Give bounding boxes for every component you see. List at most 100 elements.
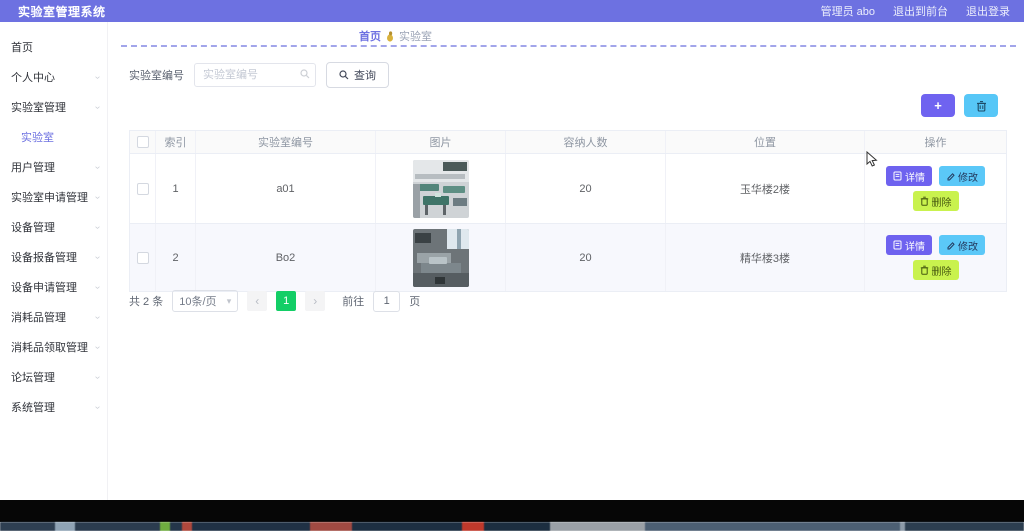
header-user-area: 管理员 abo 退出到前台 退出登录 xyxy=(821,3,1010,19)
sidebar-item-label: 消耗品领取管理 xyxy=(11,342,88,354)
chevron-icon: › xyxy=(91,285,103,289)
top-header: 实验室管理系统 管理员 abo 退出到前台 退出登录 xyxy=(0,0,1024,22)
table-row: 2 Bo2 20 精华楼3楼 详情 修改 删除 xyxy=(130,224,1006,292)
cell-location: 玉华楼2楼 xyxy=(666,154,865,223)
sidebar-item-lab[interactable]: 实验室 xyxy=(0,122,107,152)
lab-photo[interactable] xyxy=(412,228,469,287)
detail-button[interactable]: 详情 xyxy=(886,166,932,186)
edit-icon xyxy=(947,173,955,181)
user-label[interactable]: 管理员 abo xyxy=(821,3,875,19)
sidebar-item-label: 消耗品管理 xyxy=(11,312,66,324)
breadcrumb-separator-icon xyxy=(387,30,393,42)
chevron-icon: › xyxy=(91,405,103,409)
goto-page-input[interactable] xyxy=(373,290,401,312)
breadcrumb-current: 实验室 xyxy=(399,31,432,43)
bottom-black-bar xyxy=(0,500,1024,522)
plus-icon: + xyxy=(934,98,942,113)
logout-link[interactable]: 退出登录 xyxy=(966,3,1010,19)
edit-button[interactable]: 修改 xyxy=(939,235,985,255)
sidebar-item-device-report-management[interactable]: 设备报备管理 › xyxy=(0,242,107,272)
sidebar-item-label: 首页 xyxy=(11,42,33,54)
taskbar-segment xyxy=(55,522,75,531)
divider-dashed xyxy=(121,45,1016,47)
column-header-location: 位置 xyxy=(666,131,865,153)
detail-button[interactable]: 详情 xyxy=(886,235,932,255)
search-icon xyxy=(339,70,349,80)
edit-button-label: 修改 xyxy=(958,172,978,184)
trash-icon xyxy=(976,100,986,112)
sidebar-item-lab-apply-management[interactable]: 实验室申请管理 › xyxy=(0,182,107,212)
taskbar-segment xyxy=(192,522,310,531)
taskbar-segment xyxy=(462,522,484,531)
chevron-icon: › xyxy=(91,105,103,109)
add-button[interactable]: + xyxy=(921,94,955,117)
chevron-icon: › xyxy=(91,255,103,259)
sidebar-item-consumable-management[interactable]: 消耗品管理 › xyxy=(0,302,107,332)
chevron-icon: › xyxy=(91,345,103,349)
delete-button-label: 删除 xyxy=(931,266,952,278)
search-input[interactable] xyxy=(194,63,316,87)
lab-photo[interactable] xyxy=(412,159,469,218)
search-icon xyxy=(300,69,310,79)
edit-button-label: 修改 xyxy=(958,241,978,253)
delete-button[interactable]: 删除 xyxy=(912,191,959,211)
main-content: 首页 实验室 实验室编号 查询 xyxy=(109,22,1024,500)
column-header-index: 索引 xyxy=(156,131,196,153)
delete-button[interactable]: 删除 xyxy=(912,260,959,280)
taskbar-segment xyxy=(182,522,192,531)
goto-unit: 页 xyxy=(409,296,421,308)
row-checkbox[interactable] xyxy=(136,251,149,264)
detail-icon xyxy=(893,240,902,250)
page-number-button[interactable]: 1 xyxy=(276,291,297,311)
delete-button-label: 删除 xyxy=(931,197,952,209)
column-header-code: 实验室编号 xyxy=(196,131,376,153)
sidebar-item-consumable-claim-management[interactable]: 消耗品领取管理 › xyxy=(0,332,107,362)
logout-front-link[interactable]: 退出到前台 xyxy=(893,3,948,19)
sidebar-item-label: 设备管理 xyxy=(11,222,55,234)
cell-index: 1 xyxy=(156,154,196,223)
pagination-total: 共 2 条 xyxy=(129,296,164,308)
desktop-taskbar-edge xyxy=(0,522,1024,531)
next-page-button[interactable]: › xyxy=(305,291,326,311)
breadcrumb-home[interactable]: 首页 xyxy=(359,28,381,44)
edit-button[interactable]: 修改 xyxy=(939,166,985,186)
sidebar-item-user-management[interactable]: 用户管理 › xyxy=(0,152,107,182)
prev-page-button[interactable]: ‹ xyxy=(247,291,268,311)
app-title: 实验室管理系统 xyxy=(18,4,106,19)
sidebar-item-personal-center[interactable]: 个人中心 › xyxy=(0,62,107,92)
sidebar-item-lab-management[interactable]: 实验室管理 › xyxy=(0,92,107,122)
sidebar-item-label: 设备申请管理 xyxy=(11,282,77,294)
query-button[interactable]: 查询 xyxy=(326,62,389,88)
taskbar-segment xyxy=(170,522,182,531)
page-size-select[interactable]: 10条/页 ▾ xyxy=(172,290,239,312)
cell-capacity: 20 xyxy=(506,154,666,223)
sidebar-item-forum-management[interactable]: 论坛管理 › xyxy=(0,362,107,392)
select-all-checkbox[interactable] xyxy=(136,136,149,148)
trash-icon xyxy=(920,196,928,206)
taskbar-segment xyxy=(75,522,160,531)
sidebar-item-device-apply-management[interactable]: 设备申请管理 › xyxy=(0,272,107,302)
cell-code: Bo2 xyxy=(196,224,376,291)
sidebar-item-device-management[interactable]: 设备管理 › xyxy=(0,212,107,242)
sidebar-item-label: 系统管理 xyxy=(11,402,55,414)
search-label: 实验室编号 xyxy=(129,70,184,82)
taskbar-segment xyxy=(310,522,352,531)
sidebar-item-label: 实验室 xyxy=(21,132,54,144)
sidebar-item-label: 设备报备管理 xyxy=(11,252,77,264)
batch-delete-button[interactable] xyxy=(964,94,998,117)
taskbar-segment xyxy=(160,522,170,531)
taskbar-segment xyxy=(550,522,645,531)
edit-icon xyxy=(947,242,955,250)
sidebar-item-label: 实验室管理 xyxy=(11,102,66,114)
sidebar-item-label: 个人中心 xyxy=(11,72,55,84)
sidebar-item-home[interactable]: 首页 xyxy=(0,32,107,62)
taskbar-segment xyxy=(645,522,900,531)
sidebar-item-system-management[interactable]: 系统管理 › xyxy=(0,392,107,422)
cell-capacity: 20 xyxy=(506,224,666,291)
table-toolbar: + xyxy=(921,94,998,117)
query-button-label: 查询 xyxy=(354,70,376,82)
pagination: 共 2 条 10条/页 ▾ ‹ 1 › 前往 页 xyxy=(129,290,420,312)
sidebar-item-label: 实验室申请管理 xyxy=(11,192,88,204)
row-checkbox[interactable] xyxy=(136,182,149,195)
cell-location: 精华楼3楼 xyxy=(666,224,865,291)
